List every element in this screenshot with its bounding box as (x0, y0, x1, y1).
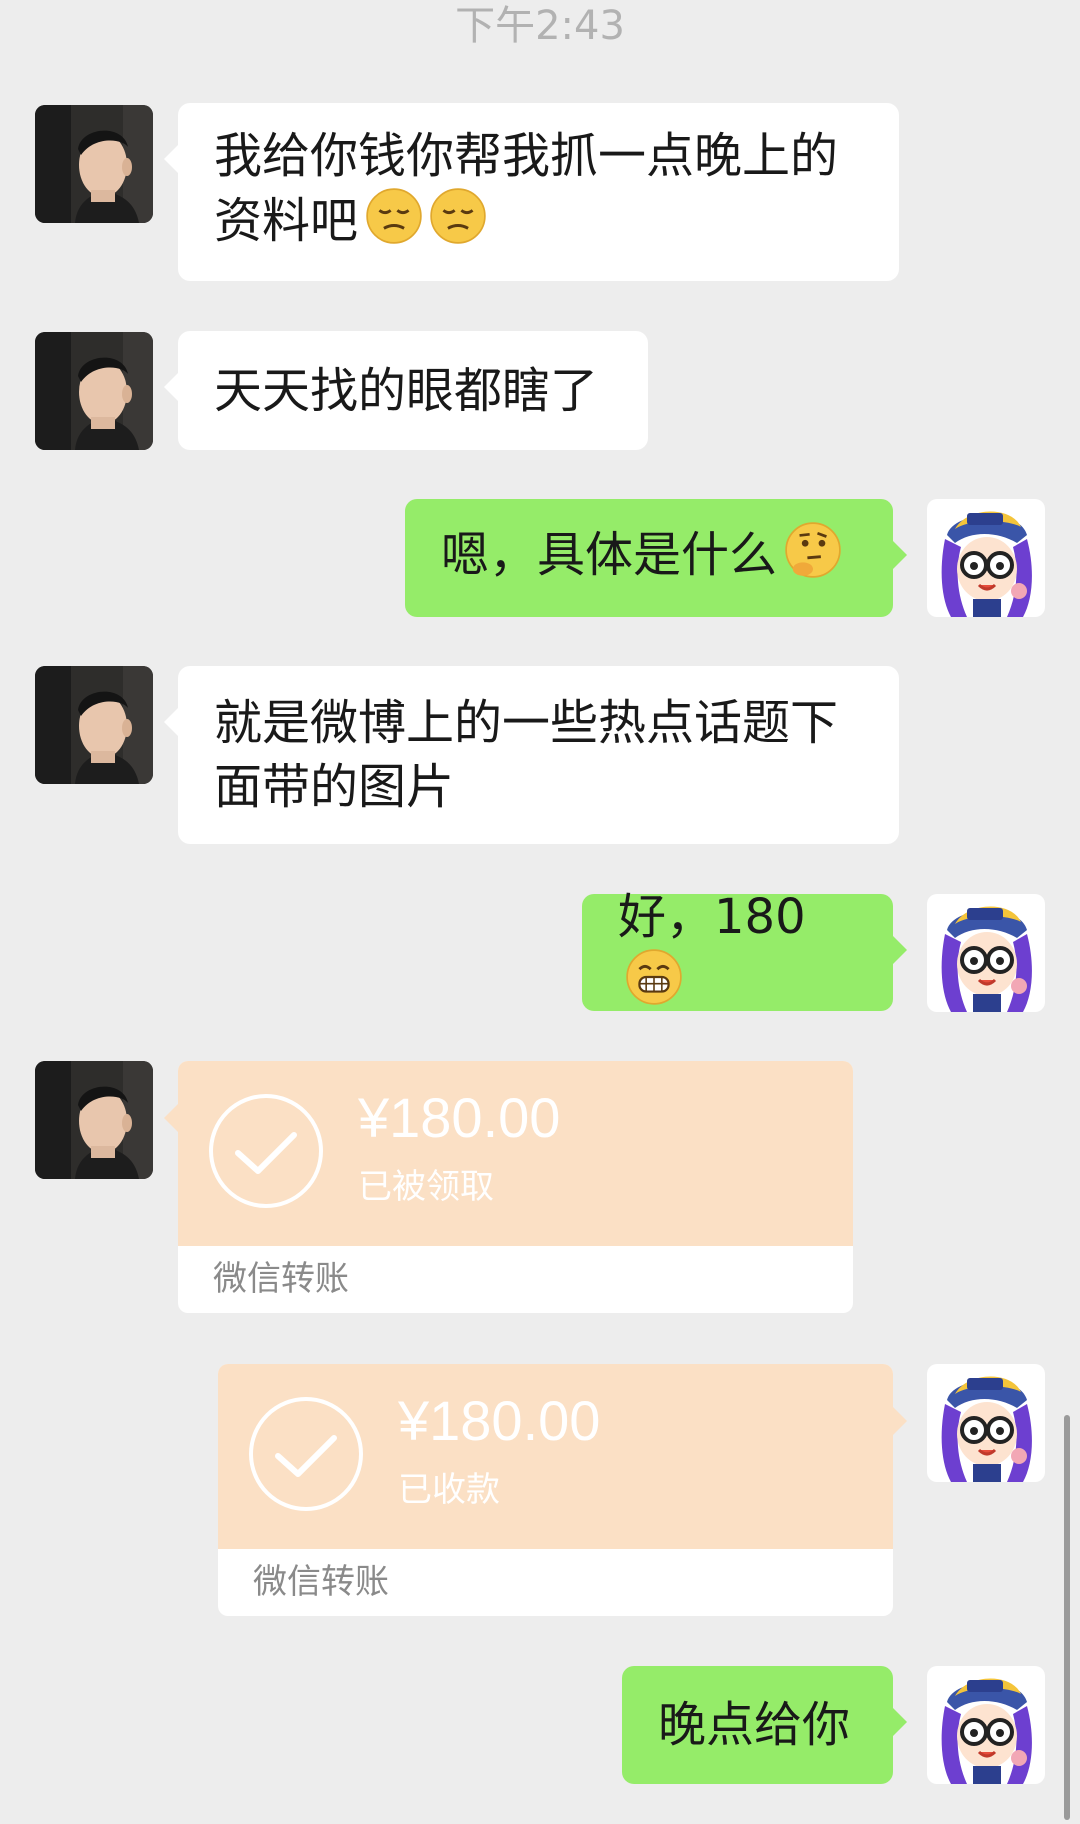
message-text: 就是微博上的一些热点话题下面带的图片 (214, 695, 839, 815)
transfer-card-header: ¥180.00 已收款 (218, 1364, 893, 1549)
message-bubble-outgoing[interactable]: 好，180 (582, 889, 907, 1011)
message-bubble-outgoing[interactable]: 嗯，具体是什么 (405, 499, 907, 617)
contact-avatar[interactable] (35, 666, 153, 784)
message-text: 好，180 (618, 885, 857, 1021)
contact-avatar[interactable] (35, 1061, 153, 1179)
contact-avatar[interactable] (35, 105, 153, 223)
message-text: 嗯，具体是什么 (441, 521, 842, 594)
transfer-footer-label: 微信转账 (253, 1562, 389, 1602)
transfer-card-accepted[interactable]: ¥180.00 已收款 微信转账 (218, 1364, 893, 1616)
transfer-card-received[interactable]: ¥180.00 已被领取 微信转账 (178, 1061, 853, 1313)
message-bubble-incoming[interactable]: 我给你钱你帮我抓一点晚上的资料吧 (164, 103, 899, 281)
pensive-face-icon (365, 187, 423, 260)
message-text: 我给你钱你帮我抓一点晚上的资料吧 (214, 124, 863, 260)
thinking-face-icon (784, 521, 842, 594)
transfer-amount: ¥180.00 (358, 1086, 561, 1149)
pensive-face-icon (429, 187, 487, 260)
my-avatar[interactable] (927, 499, 1045, 617)
message-bubble-incoming[interactable]: 就是微博上的一些热点话题下面带的图片 (164, 666, 899, 844)
my-avatar[interactable] (927, 1666, 1045, 1784)
message-bubble-incoming[interactable]: 天天找的眼都瞎了 (164, 331, 648, 450)
checkmark-circle-icon (249, 1397, 363, 1511)
message-text: 天天找的眼都瞎了 (214, 362, 599, 419)
bubble-arrow (164, 1104, 178, 1132)
my-avatar[interactable] (927, 894, 1045, 1012)
transfer-status: 已收款 (398, 1470, 500, 1510)
checkmark-circle-icon (209, 1094, 323, 1208)
message-bubble-outgoing[interactable]: 晚点给你 (622, 1666, 907, 1784)
contact-avatar[interactable] (35, 332, 153, 450)
transfer-footer-label: 微信转账 (213, 1259, 349, 1299)
timestamp: 下午2:43 (455, 3, 625, 49)
message-text: 晚点给你 (658, 1697, 851, 1753)
bubble-arrow (893, 1407, 907, 1435)
my-avatar[interactable] (927, 1364, 1045, 1482)
scrollbar[interactable] (1064, 1415, 1070, 1820)
transfer-status: 已被领取 (358, 1167, 494, 1207)
transfer-card-header: ¥180.00 已被领取 (178, 1061, 853, 1246)
transfer-amount: ¥180.00 (398, 1389, 601, 1452)
grimacing-face-icon (625, 948, 683, 1021)
